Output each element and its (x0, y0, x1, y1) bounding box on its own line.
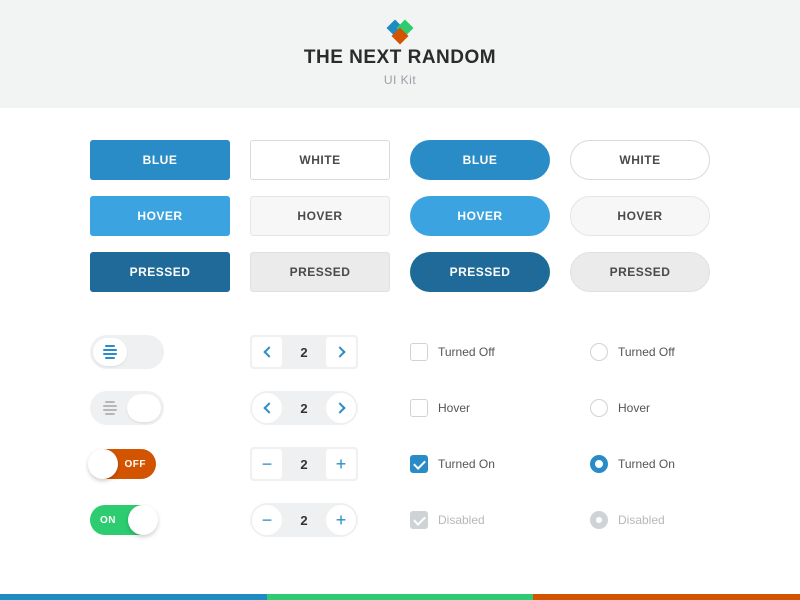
blue-button[interactable]: BLUE (90, 140, 230, 180)
radio-label: Turned On (618, 457, 675, 471)
stepper-value: 2 (284, 401, 324, 416)
white-button-hover[interactable]: HOVER (250, 196, 390, 236)
stepper-pill-plusminus: − 2 + (250, 503, 358, 537)
radio-hover[interactable]: Hover (590, 388, 750, 428)
switch-knob (88, 449, 118, 479)
list-view-icon[interactable] (93, 394, 127, 422)
stepper-value: 2 (284, 513, 324, 528)
app-subtitle: UI Kit (384, 73, 416, 87)
switch-off[interactable]: OFF (90, 449, 156, 479)
radio-icon (590, 399, 608, 417)
blue-pill-pressed[interactable]: PRESSED (410, 252, 550, 292)
checkbox-icon (410, 343, 428, 361)
blue-button-pressed[interactable]: PRESSED (90, 252, 230, 292)
plus-button[interactable]: + (326, 505, 356, 535)
switch-on[interactable]: ON (90, 505, 156, 535)
checkbox-icon (410, 455, 428, 473)
minus-button[interactable]: − (252, 449, 282, 479)
next-button[interactable] (326, 337, 356, 367)
checkbox-icon (410, 511, 428, 529)
checkbox-label: Turned On (438, 457, 495, 471)
radio-label: Hover (618, 401, 650, 415)
white-button-pressed[interactable]: PRESSED (250, 252, 390, 292)
logo-icon (389, 21, 411, 43)
radio-icon (590, 343, 608, 361)
checkbox-icon (410, 399, 428, 417)
radio-on[interactable]: Turned On (590, 444, 750, 484)
checkbox-label: Hover (438, 401, 470, 415)
checkbox-disabled: Disabled (410, 500, 570, 540)
view-toggle-grid-active[interactable] (90, 391, 164, 425)
radio-disabled: Disabled (590, 500, 750, 540)
switch-label: OFF (125, 459, 147, 470)
stepper-value: 2 (284, 457, 324, 472)
plus-button[interactable]: + (326, 449, 356, 479)
white-button[interactable]: WHITE (250, 140, 390, 180)
blue-pill-hover[interactable]: HOVER (410, 196, 550, 236)
checkbox-hover[interactable]: Hover (410, 388, 570, 428)
stepper-pill-arrows: 2 (250, 391, 358, 425)
header: THE NEXT RANDOM UI Kit (0, 0, 800, 108)
stepper-value: 2 (284, 345, 324, 360)
grid-view-icon[interactable] (127, 394, 161, 422)
switch-knob (128, 505, 158, 535)
radio-icon (590, 511, 608, 529)
footer-stripe (0, 594, 800, 600)
minus-button[interactable]: − (252, 505, 282, 535)
radio-label: Turned Off (618, 345, 675, 359)
stepper-square-plusminus: − 2 + (250, 447, 358, 481)
grid-view-icon[interactable] (127, 338, 161, 366)
prev-button[interactable] (252, 393, 282, 423)
checkbox-on[interactable]: Turned On (410, 444, 570, 484)
radio-off[interactable]: Turned Off (590, 332, 750, 372)
button-showcase: BLUE WHITE BLUE WHITE HOVER HOVER HOVER … (90, 140, 710, 292)
stepper-square-arrows: 2 (250, 335, 358, 369)
white-pill-pressed[interactable]: PRESSED (570, 252, 710, 292)
next-button[interactable] (326, 393, 356, 423)
radio-label: Disabled (618, 513, 665, 527)
checkbox-label: Turned Off (438, 345, 495, 359)
blue-pill-button[interactable]: BLUE (410, 140, 550, 180)
app-title: THE NEXT RANDOM (304, 47, 496, 69)
view-toggle-list-active[interactable] (90, 335, 164, 369)
white-pill-hover[interactable]: HOVER (570, 196, 710, 236)
radio-icon (590, 455, 608, 473)
prev-button[interactable] (252, 337, 282, 367)
white-pill-button[interactable]: WHITE (570, 140, 710, 180)
checkbox-label: Disabled (438, 513, 485, 527)
checkbox-off[interactable]: Turned Off (410, 332, 570, 372)
list-view-icon[interactable] (93, 338, 127, 366)
switch-label: ON (100, 515, 116, 526)
blue-button-hover[interactable]: HOVER (90, 196, 230, 236)
